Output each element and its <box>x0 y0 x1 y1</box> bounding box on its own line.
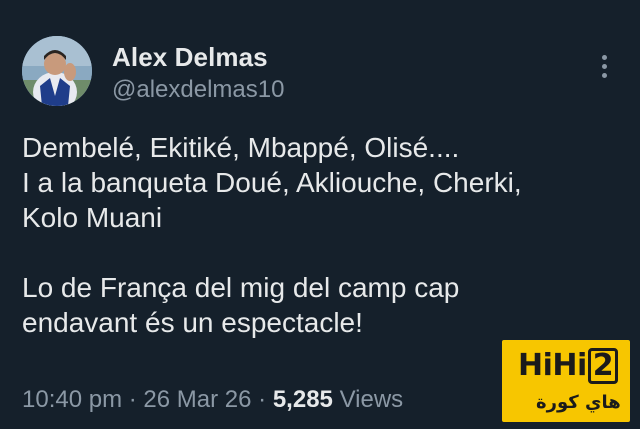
tweet-card: Alex Delmas @alexdelmas10 Dembelé, Ekiti… <box>0 0 640 429</box>
tweet-line: Kolo Muani <box>22 202 163 233</box>
watermark-brand-latin: HiHi 2 <box>518 348 619 384</box>
avatar[interactable] <box>22 36 92 106</box>
tweet-line: I a la banqueta Doué, Akliouche, Cherki, <box>22 167 522 198</box>
tweet-line: endavant és un espectacle! <box>22 307 363 338</box>
avatar-image <box>22 36 92 106</box>
author-handle[interactable]: @alexdelmas10 <box>112 76 284 104</box>
meta-separator: · <box>258 386 267 413</box>
meta-separator: · <box>128 386 137 413</box>
tweet-time[interactable]: 10:40 pm <box>22 386 122 413</box>
more-vertical-icon-dot <box>601 63 607 69</box>
tweet-line: Dembelé, Ekitiké, Mbappé, Olisé.... <box>22 132 460 163</box>
views-label: Views <box>339 386 404 413</box>
tweet-meta: 10:40 pm · 26 Mar 26 · 5,285 Views <box>22 386 403 414</box>
author-display-name[interactable]: Alex Delmas <box>112 42 268 73</box>
tweet-line: Lo de França del mig del camp cap <box>22 272 460 303</box>
views-count: 5,285 <box>272 386 333 413</box>
more-vertical-icon <box>601 54 607 60</box>
tweet-date[interactable]: 26 Mar 26 <box>143 386 251 413</box>
watermark-brand-arabic: هاي كورة <box>536 392 621 413</box>
more-vertical-icon-dot <box>601 72 607 78</box>
watermark-logo: HiHi 2 هاي كورة <box>502 340 630 422</box>
tweet-text: Dembelé, Ekitiké, Mbappé, Olisé.... I a … <box>22 130 622 340</box>
more-options-button[interactable] <box>590 50 618 82</box>
